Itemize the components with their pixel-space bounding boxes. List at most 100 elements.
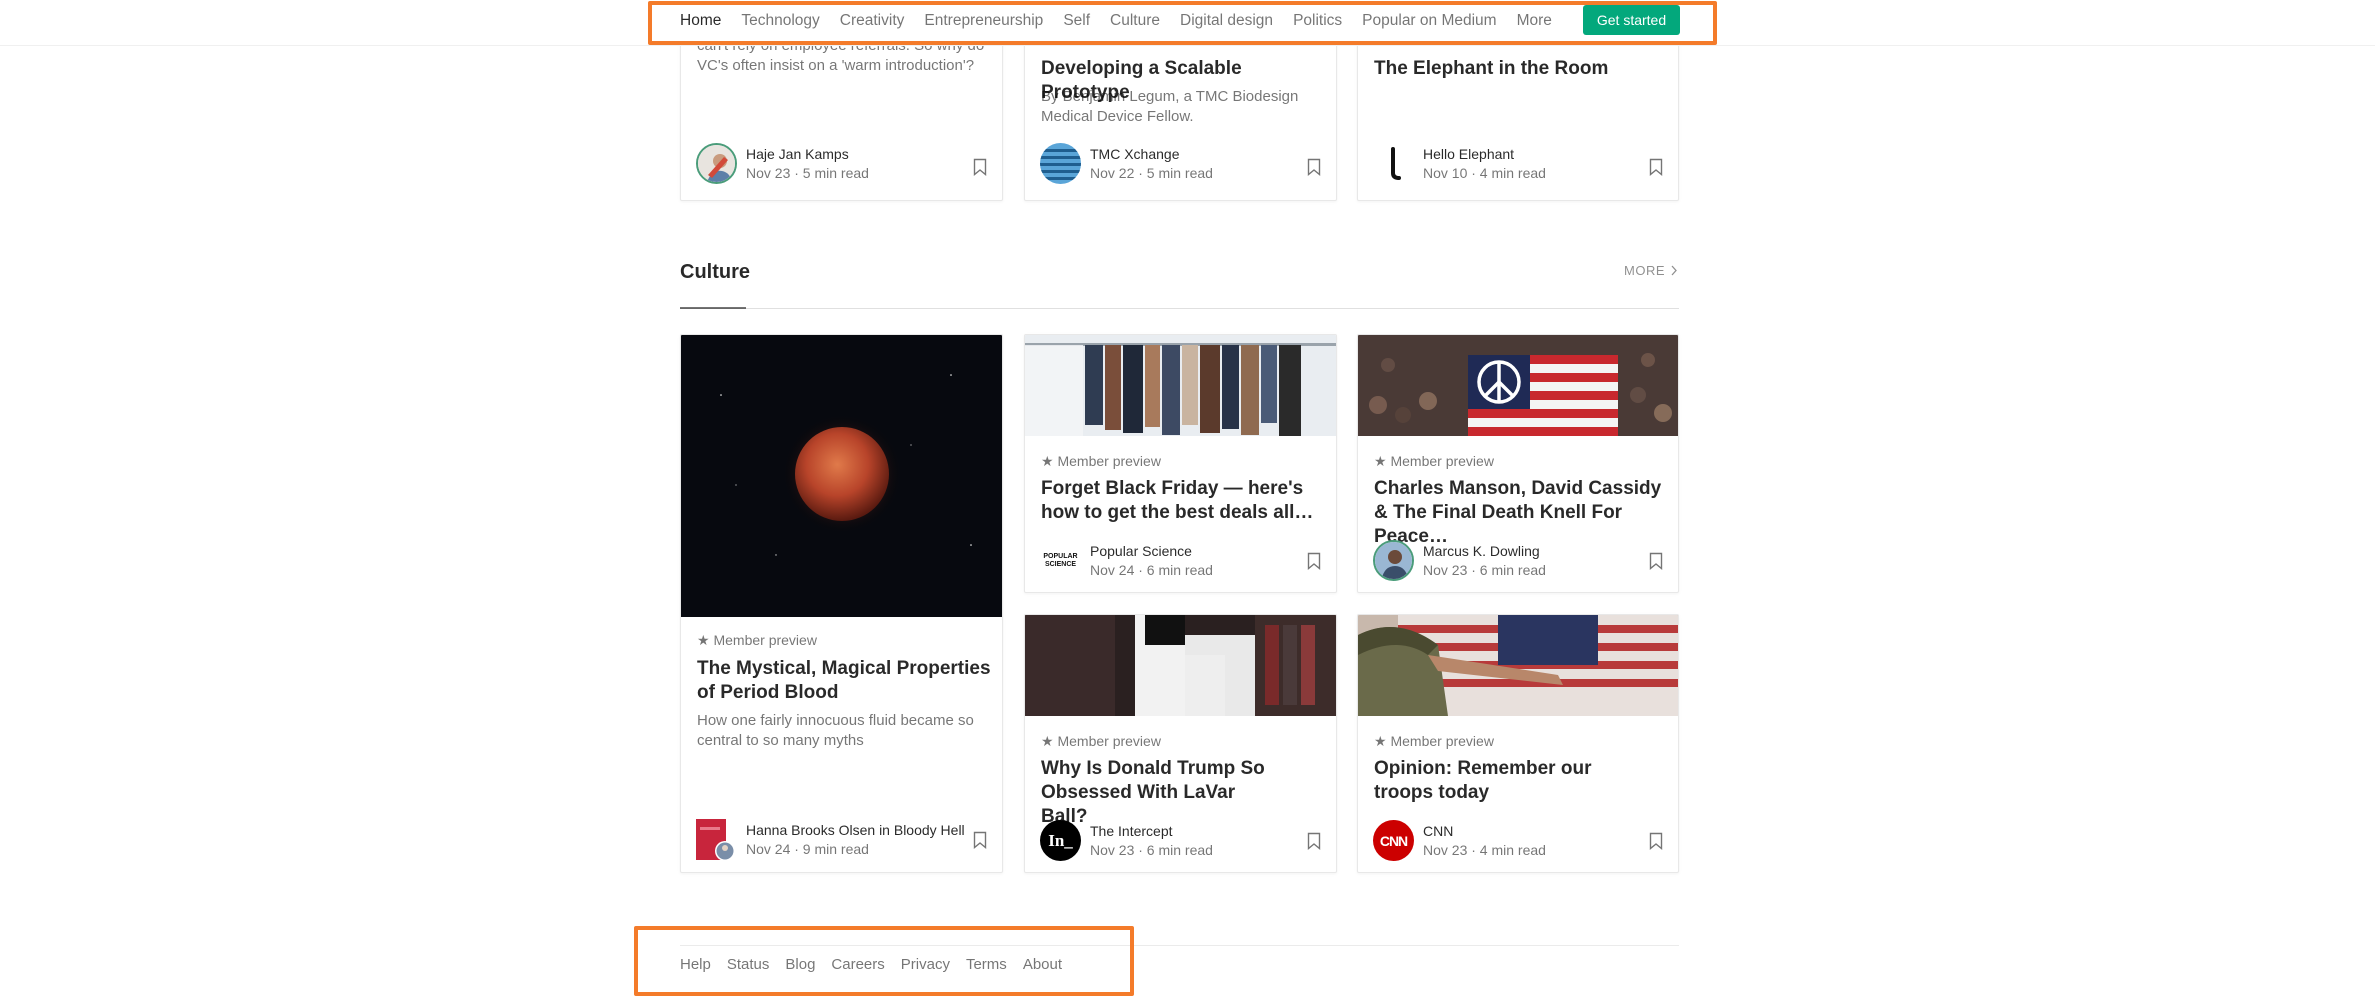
clothes-rack-image[interactable] [1025,335,1336,437]
star-icon: ★ [1374,733,1387,749]
more-label: MORE [1624,263,1665,278]
footer-link-help[interactable]: Help [680,956,711,973]
footer-link-about[interactable]: About [1023,956,1062,973]
footer-link-blog[interactable]: Blog [785,956,815,973]
article-meta: Nov 23 · 5 min read [746,164,869,181]
article-meta: Nov 22 · 5 min read [1090,164,1213,181]
article-meta: Nov 10 · 4 min read [1423,164,1546,181]
member-preview-label: ★ Member preview [1041,452,1161,470]
nav-item-technology[interactable]: Technology [741,12,819,30]
star-icon: ★ [1374,453,1387,469]
card-title[interactable]: The Mystical, Magical Properties of Peri… [697,657,992,705]
star-icon: ★ [1041,733,1054,749]
author-name[interactable]: TMC Xchange [1090,145,1213,164]
nav-item-culture[interactable]: Culture [1110,12,1160,30]
nav-item-home[interactable]: Home [680,12,721,30]
card-title[interactable]: The Elephant in the Room [1374,57,1664,81]
bookmark-icon[interactable] [1307,552,1321,570]
article-meta: Nov 24 · 9 min read [746,840,869,857]
nav-item-creativity[interactable]: Creativity [840,12,905,30]
footer-link-terms[interactable]: Terms [966,956,1007,973]
featured-article-card[interactable]: ★ Member preview The Mystical, Magical P… [680,334,1003,873]
card-subtitle: How one fairly innocuous fluid became so… [697,712,974,749]
author-name[interactable]: CNN [1423,822,1546,841]
article-meta: Nov 23 · 6 min read [1423,561,1546,578]
nav-item-more[interactable]: More [1517,12,1552,30]
soldier-salute-image[interactable] [1358,615,1678,716]
article-card[interactable]: Developing a Scalable Prototype By Benja… [1024,20,1337,201]
author-block: Hello Elephant Nov 10 · 4 min read [1373,143,1546,184]
author-name[interactable]: Hanna Brooks Olsen in Bloody Hell [746,821,965,840]
section-divider-active [680,307,746,309]
avatar[interactable] [1040,143,1081,184]
member-preview-text: Member preview [713,632,817,648]
chevron-right-icon [1671,265,1677,276]
avatar[interactable] [1373,540,1414,581]
author-name[interactable]: The Intercept [1090,822,1213,841]
author-block: In_ The Intercept Nov 23 · 6 min read [1040,820,1213,861]
nav-item-popular-on-medium[interactable]: Popular on Medium [1362,12,1496,30]
card-title[interactable]: Opinion: Remember our troops today [1374,757,1604,805]
bookmark-icon[interactable] [973,831,987,849]
avatar[interactable] [696,819,737,861]
article-card[interactable]: ★ Member preview Forget Black Friday — h… [1024,334,1337,593]
author-block: TMC Xchange Nov 22 · 5 min read [1040,143,1213,184]
article-meta: Nov 23 · 4 min read [1423,841,1546,858]
article-card[interactable]: ★ Member preview Opinion: Remember our t… [1357,614,1679,873]
nav-item-self[interactable]: Self [1063,12,1090,30]
bookmark-icon[interactable] [973,158,987,176]
section-divider [680,308,1679,309]
card-title[interactable]: Charles Manson, David Cassidy & The Fina… [1374,477,1669,549]
footer-links: Help Status Blog Careers Privacy Terms A… [680,956,1078,973]
footer-link-privacy[interactable]: Privacy [901,956,950,973]
blood-moon-image[interactable] [681,335,1002,617]
bookmark-icon[interactable] [1649,832,1663,850]
nav-item-politics[interactable]: Politics [1293,12,1342,30]
nav-item-entrepreneurship[interactable]: Entrepreneurship [924,12,1043,30]
avatar[interactable]: CNN [1373,820,1414,861]
publication-logo-text: POPULAR SCIENCE [1043,552,1078,568]
article-card[interactable]: ★ Member preview Charles Manson, David C… [1357,334,1679,593]
member-preview-label: ★ Member preview [697,631,817,649]
footer-divider [680,945,1679,946]
article-card[interactable]: ★ Member preview Why Is Donald Trump So … [1024,614,1337,873]
footer-link-careers[interactable]: Careers [831,956,884,973]
member-preview-label: ★ Member preview [1374,452,1494,470]
member-preview-label: ★ Member preview [1041,732,1161,750]
author-block: Marcus K. Dowling Nov 23 · 6 min read [1373,540,1546,581]
peace-flag-image[interactable] [1358,335,1678,436]
card-title[interactable]: Why Is Donald Trump So Obsessed With LaV… [1041,757,1271,829]
article-card[interactable]: can't rely on employee referrals. So why… [680,20,1003,201]
avatar[interactable] [1373,143,1414,184]
article-meta: Nov 24 · 6 min read [1090,561,1213,578]
topic-nav-list: Home Technology Creativity Entrepreneurs… [680,0,1572,42]
author-block: CNN CNN Nov 23 · 4 min read [1373,820,1546,861]
star-icon: ★ [697,632,710,648]
bookmark-icon[interactable] [1307,158,1321,176]
member-preview-text: Member preview [1390,453,1494,469]
avatar[interactable]: In_ [1040,820,1081,861]
card-title[interactable]: Forget Black Friday — here's how to get … [1041,477,1331,525]
publication-logo-text: CNN [1379,832,1408,849]
bookmark-icon[interactable] [1649,552,1663,570]
publication-logo-text: In_ [1048,830,1073,850]
star-icon: ★ [1041,453,1054,469]
avatar[interactable] [696,143,737,184]
bookmark-icon[interactable] [1649,158,1663,176]
member-preview-label: ★ Member preview [1374,732,1494,750]
article-meta: Nov 23 · 6 min read [1090,841,1213,858]
section-more-link[interactable]: MORE [1624,263,1678,278]
author-name[interactable]: Hello Elephant [1423,145,1546,164]
top-navigation: Home Technology Creativity Entrepreneurs… [0,0,2375,46]
article-card[interactable]: The Elephant in the Room Hello Elephant … [1357,20,1679,201]
nav-item-digital-design[interactable]: Digital design [1180,12,1273,30]
author-name[interactable]: Popular Science [1090,542,1213,561]
section-title[interactable]: Culture [680,261,750,284]
footer-link-status[interactable]: Status [727,956,770,973]
author-name[interactable]: Haje Jan Kamps [746,145,869,164]
author-name[interactable]: Marcus K. Dowling [1423,542,1546,561]
avatar[interactable]: POPULAR SCIENCE [1040,540,1081,581]
get-started-button[interactable]: Get started [1583,5,1680,35]
bookmark-icon[interactable] [1307,832,1321,850]
person-closet-image[interactable] [1025,615,1336,716]
